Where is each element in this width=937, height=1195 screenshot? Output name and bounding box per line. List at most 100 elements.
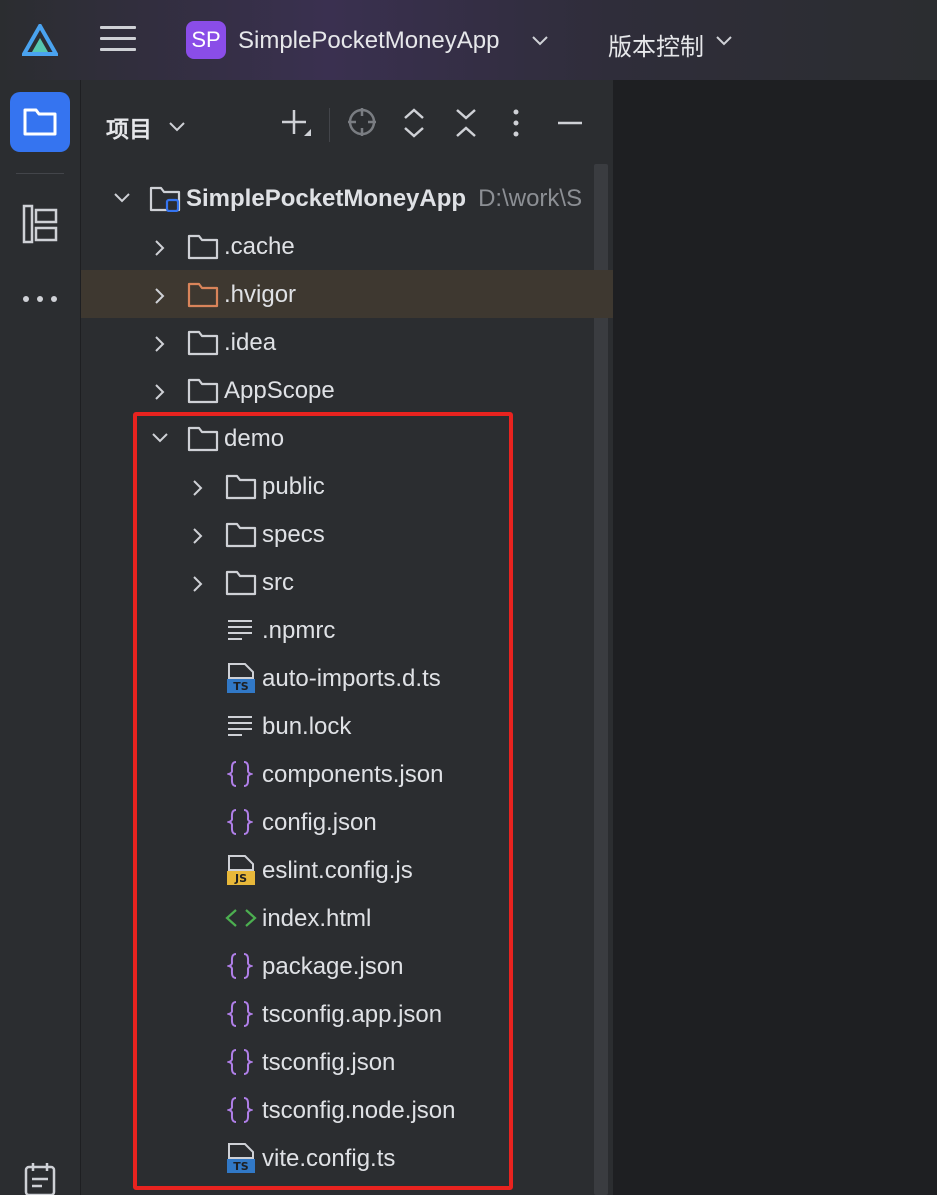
json-file-icon (227, 1049, 253, 1075)
module-folder-icon (149, 186, 181, 212)
tree-item-label: config.json (262, 809, 377, 836)
tree-file-npmrc[interactable]: .npmrc (81, 606, 613, 654)
typescript-file-icon: TS (227, 1143, 255, 1173)
chevron-right-icon[interactable] (153, 335, 167, 353)
html-file-icon (225, 909, 257, 927)
tree-item-label: demo (224, 425, 285, 452)
folder-icon (187, 378, 219, 404)
tree-item-hvigor[interactable]: .hvigor (81, 270, 613, 318)
tree-item-label: components.json (262, 761, 444, 788)
chevron-right-icon[interactable] (153, 287, 167, 305)
tree-item-label: bun.lock (262, 713, 352, 740)
tree-item-label: auto-imports.d.ts (262, 665, 441, 692)
tree-item-label: AppScope (224, 377, 335, 404)
title-bar: SP SimplePocketMoneyApp 版本控制 (0, 0, 937, 81)
tree-item-label: vite.config.ts (262, 1145, 396, 1172)
tree-root[interactable]: SimplePocketMoneyApp D:\work\S (81, 174, 613, 222)
chevron-right-icon[interactable] (153, 383, 167, 401)
activity-bar (0, 80, 81, 1195)
project-tree: SimplePocketMoneyApp D:\work\S .cache .hv… (81, 174, 613, 1182)
tree-item-src[interactable]: src (81, 558, 613, 606)
hide-panel-icon[interactable] (556, 106, 584, 140)
folder-icon (187, 234, 219, 260)
tree-file-package-json[interactable]: package.json (81, 942, 613, 990)
chevron-right-icon[interactable] (153, 239, 167, 257)
tree-item-idea[interactable]: .idea (81, 318, 613, 366)
folder-icon (225, 570, 257, 596)
json-file-icon (227, 761, 253, 787)
tree-item-label: tsconfig.node.json (262, 1097, 456, 1124)
tree-file-tsconfig-node-json[interactable]: tsconfig.node.json (81, 1086, 613, 1134)
tree-file-index-html[interactable]: index.html (81, 894, 613, 942)
chevron-down-icon[interactable] (151, 431, 169, 445)
tree-item-label: .cache (224, 233, 295, 260)
more-icon[interactable] (22, 294, 58, 304)
project-panel: 项目 SimplePocketMoneyApp D:\work\S .cache… (81, 80, 614, 1195)
project-tool-button[interactable] (10, 92, 70, 152)
tree-file-auto-imports[interactable]: TS auto-imports.d.ts (81, 654, 613, 702)
main-menu-icon[interactable] (100, 26, 136, 54)
folder-icon (225, 522, 257, 548)
tree-item-label: .idea (224, 329, 277, 356)
tree-item-label: public (262, 473, 325, 500)
tree-item-appscope[interactable]: AppScope (81, 366, 613, 414)
tree-item-label: .npmrc (262, 617, 336, 644)
chevron-right-icon[interactable] (191, 575, 205, 593)
tree-item-public[interactable]: public (81, 462, 613, 510)
tree-item-label: .hvigor (224, 281, 297, 308)
javascript-file-icon: JS (227, 855, 255, 885)
tree-file-tsconfig-json[interactable]: tsconfig.json (81, 1038, 613, 1086)
chevron-down-icon[interactable] (113, 191, 131, 205)
project-name[interactable]: SimplePocketMoneyApp (238, 27, 499, 55)
svg-text:JS: JS (234, 872, 247, 885)
folder-icon (225, 474, 257, 500)
json-file-icon (227, 809, 253, 835)
version-control-menu[interactable]: 版本控制 (608, 27, 704, 62)
tree-item-cache[interactable]: .cache (81, 222, 613, 270)
json-file-icon (227, 1097, 253, 1123)
collapse-all-icon[interactable] (453, 106, 479, 140)
editor-area[interactable] (614, 80, 937, 1195)
svg-text:TS: TS (233, 1160, 249, 1173)
tree-root-label: SimplePocketMoneyApp D:\work\S (186, 185, 582, 213)
tree-file-eslint-config[interactable]: JS eslint.config.js (81, 846, 613, 894)
folder-icon (187, 426, 219, 452)
tree-item-specs[interactable]: specs (81, 510, 613, 558)
expand-all-icon[interactable] (401, 106, 427, 140)
folder-icon (187, 330, 219, 356)
excluded-folder-icon (187, 282, 219, 308)
panel-title[interactable]: 项目 (106, 110, 152, 144)
root-path: D:\work\S (478, 185, 583, 212)
svg-text:TS: TS (233, 680, 249, 693)
typescript-file-icon: TS (227, 663, 255, 693)
tree-file-vite-config[interactable]: TS vite.config.ts (81, 1134, 613, 1182)
chevron-down-icon[interactable] (167, 116, 187, 136)
tree-item-label: package.json (262, 953, 404, 980)
add-icon[interactable] (280, 106, 312, 140)
text-file-icon (228, 716, 252, 736)
chevron-right-icon[interactable] (191, 527, 205, 545)
project-badge[interactable]: SP (186, 21, 226, 59)
locate-icon[interactable] (346, 106, 378, 138)
chevron-right-icon[interactable] (191, 479, 205, 497)
tree-file-components-json[interactable]: components.json (81, 750, 613, 798)
todo-icon[interactable] (24, 1163, 56, 1195)
json-file-icon (227, 1001, 253, 1027)
tree-file-config-json[interactable]: config.json (81, 798, 613, 846)
app-logo-icon[interactable] (22, 24, 58, 56)
chevron-down-icon[interactable] (530, 30, 550, 50)
tree-item-label: index.html (262, 905, 372, 932)
tree-item-label: tsconfig.app.json (262, 1001, 443, 1028)
chevron-down-icon[interactable] (714, 30, 734, 50)
structure-icon[interactable] (22, 204, 58, 244)
text-file-icon (228, 620, 252, 640)
tree-item-label: src (262, 569, 294, 596)
tree-file-tsconfig-app-json[interactable]: tsconfig.app.json (81, 990, 613, 1038)
json-file-icon (227, 953, 253, 979)
options-icon[interactable] (511, 106, 521, 140)
tree-file-bun-lock[interactable]: bun.lock (81, 702, 613, 750)
tree-item-demo[interactable]: demo (81, 414, 613, 462)
divider (16, 173, 64, 174)
toolbar-divider (329, 108, 330, 142)
folder-icon (23, 108, 57, 136)
